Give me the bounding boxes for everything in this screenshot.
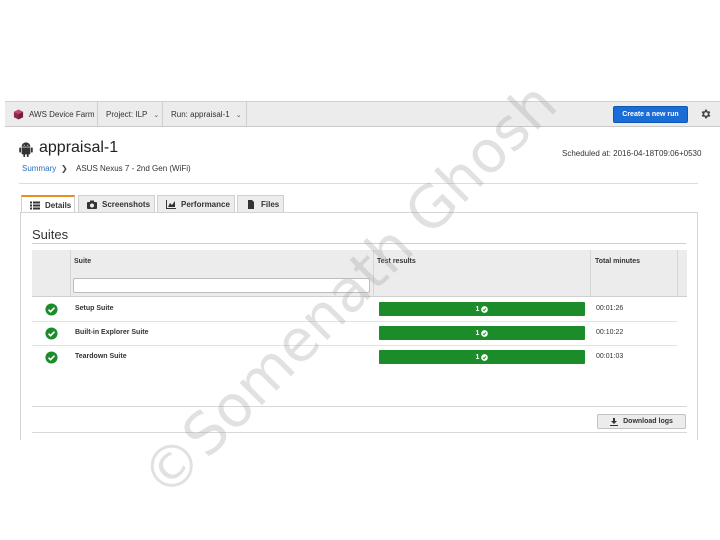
run-dropdown[interactable]: Run: appraisal-1 ⌄ [163, 102, 247, 127]
check-circle-icon [481, 353, 489, 361]
scheduled-timestamp: Scheduled at: 2016-04-18T09:06+0530 [562, 149, 702, 158]
column-header-test-results[interactable]: Test results [377, 258, 416, 265]
brand-label: AWS Device Farm [29, 110, 95, 119]
column-header-total-minutes[interactable]: Total minutes [595, 258, 640, 265]
download-logs-label: Download logs [623, 418, 673, 425]
test-result-bar: 1 [379, 350, 585, 364]
divider [32, 243, 686, 244]
device-farm-cube-icon [13, 109, 24, 120]
chart-icon [166, 200, 176, 209]
tab-screenshots[interactable]: Screenshots [78, 195, 155, 213]
column-divider [590, 250, 591, 296]
total-minutes: 00:10:22 [596, 329, 624, 336]
column-divider [373, 250, 374, 296]
check-circle-icon [45, 327, 58, 340]
check-circle-icon [481, 305, 489, 313]
divider [19, 183, 698, 184]
passed-count: 1 [475, 329, 480, 337]
chevron-down-icon: ⌄ [235, 111, 242, 119]
total-minutes: 00:01:26 [596, 305, 624, 312]
section-title: Suites [32, 227, 69, 242]
breadcrumb-current-device: ASUS Nexus 7 - 2nd Gen (WiFi) [76, 164, 191, 173]
tab-label: Performance [181, 200, 230, 209]
table-row[interactable]: Setup Suite 1 00:01:26 [32, 298, 677, 322]
project-dropdown[interactable]: Project: ILP ⌄ [98, 102, 163, 127]
passed-count: 1 [475, 353, 480, 361]
divider [32, 432, 687, 433]
download-icon [610, 417, 619, 426]
check-circle-icon [45, 303, 58, 316]
table-row[interactable]: Built-in Explorer Suite 1 00:10:22 [32, 322, 677, 346]
total-minutes: 00:01:03 [596, 353, 624, 360]
check-circle-icon [481, 329, 489, 337]
brand-home-link[interactable]: AWS Device Farm [5, 102, 98, 127]
check-circle-icon [45, 351, 58, 364]
tab-label: Screenshots [102, 200, 151, 209]
suite-name[interactable]: Setup Suite [75, 305, 114, 312]
download-logs-button[interactable]: Download logs [597, 414, 686, 429]
tab-files[interactable]: Files [237, 195, 284, 213]
tab-label: Files [261, 200, 280, 209]
tab-label: Details [45, 201, 72, 210]
suite-name[interactable]: Built-in Explorer Suite [75, 329, 149, 336]
screenshot: AWS Device Farm Project: ILP ⌄ Run: appr… [0, 0, 720, 540]
column-divider [70, 250, 71, 296]
test-result-bar: 1 [379, 326, 585, 340]
suite-filter-input[interactable] [73, 278, 370, 293]
test-result-bar: 1 [379, 302, 585, 316]
breadcrumb-summary-link[interactable]: Summary [22, 164, 56, 173]
tab-performance[interactable]: Performance [157, 195, 235, 213]
camera-icon [87, 200, 97, 209]
android-icon [19, 142, 33, 157]
table-row[interactable]: Teardown Suite 1 00:01:03 [32, 346, 677, 370]
gear-icon[interactable] [700, 108, 712, 120]
column-header-suite[interactable]: Suite [74, 258, 91, 265]
suite-name[interactable]: Teardown Suite [75, 353, 127, 360]
divider [32, 406, 687, 407]
run-label: Run: appraisal-1 [171, 110, 230, 119]
create-new-run-button[interactable]: Create a new run [613, 106, 688, 123]
chevron-down-icon: ⌄ [153, 111, 160, 119]
column-divider [677, 250, 678, 296]
file-icon [248, 200, 254, 209]
passed-count: 1 [475, 305, 480, 313]
list-icon [30, 201, 40, 210]
project-label: Project: ILP [106, 110, 148, 119]
page-title: appraisal-1 [39, 139, 119, 156]
chevron-right-icon: ❯ [61, 164, 68, 173]
